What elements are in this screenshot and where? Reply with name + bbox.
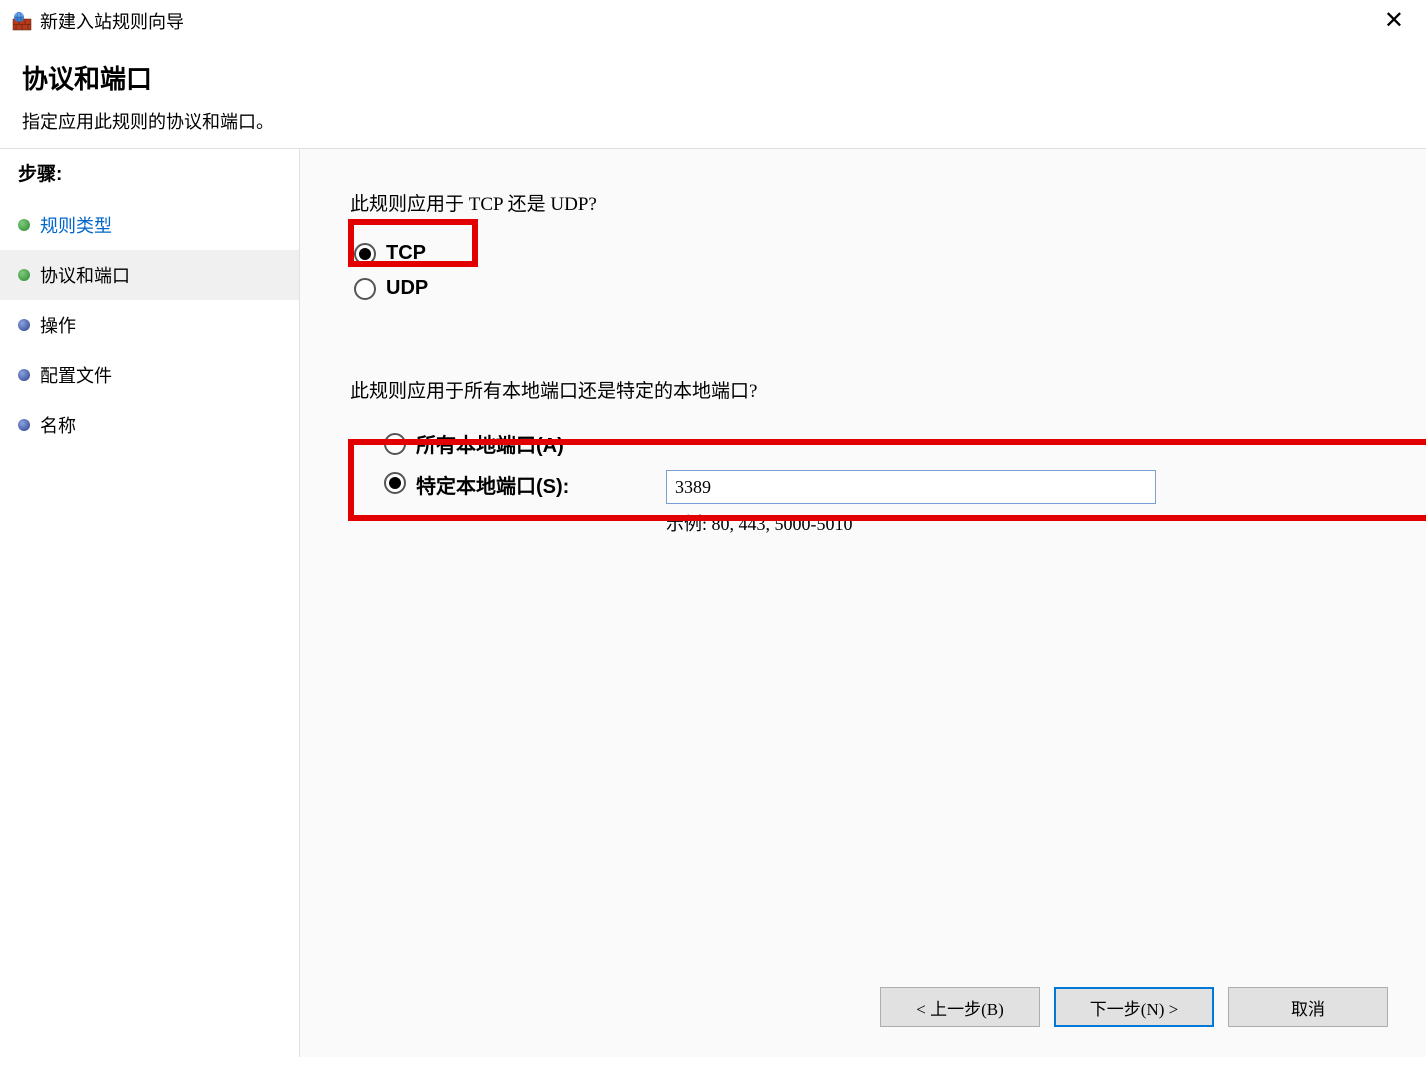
sidebar-item-rule-type[interactable]: 规则类型 [0,200,299,250]
port-options: 所有本地端口(A) 特定本地端口(S): 示例: 80, 443, 5000-5… [350,423,1376,542]
sidebar: 步骤: 规则类型 协议和端口 操作 配置文件 名称 [0,149,300,1057]
close-icon[interactable]: ✕ [1374,6,1414,35]
port-question: 此规则应用于所有本地端口还是特定的本地端口? [350,376,1376,403]
port-input-wrap: 示例: 80, 443, 5000-5010 [666,470,1156,536]
sidebar-item-name[interactable]: 名称 [0,400,299,450]
port-example-text: 示例: 80, 443, 5000-5010 [666,510,1156,536]
cancel-button[interactable]: 取消 [1228,987,1388,1027]
window-title: 新建入站规则向导 [40,8,184,34]
steps-heading: 步骤: [0,149,299,200]
titlebar-left: 新建入站规则向导 [12,8,184,34]
radio-icon[interactable] [354,243,376,265]
body: 步骤: 规则类型 协议和端口 操作 配置文件 名称 此规则应用于 TCP 还是 … [0,149,1426,1057]
footer-buttons: < 上一步(B) 下一步(N) > 取消 [880,987,1388,1027]
radio-udp[interactable]: UDP [354,271,1376,306]
bullet-icon [18,269,30,281]
radio-specific-ports-row: 特定本地端口(S): 示例: 80, 443, 5000-5010 [384,464,1376,542]
radio-label: 所有本地端口(A) [416,429,564,458]
wizard-header: 协议和端口 指定应用此规则的协议和端口。 [0,41,1426,149]
radio-icon[interactable] [354,278,376,300]
bullet-icon [18,319,30,331]
sidebar-item-label: 配置文件 [40,362,112,388]
radio-icon[interactable] [384,472,406,494]
specific-port-input[interactable] [666,470,1156,504]
protocol-question: 此规则应用于 TCP 还是 UDP? [350,189,1376,216]
radio-label: 特定本地端口(S): [416,470,656,499]
page-title: 协议和端口 [22,59,1404,96]
next-button[interactable]: 下一步(N) > [1054,987,1214,1027]
sidebar-item-protocol-port[interactable]: 协议和端口 [0,250,299,300]
radio-label: UDP [386,277,428,300]
sidebar-item-profile[interactable]: 配置文件 [0,350,299,400]
radio-label: TCP [386,242,426,265]
sidebar-item-label: 名称 [40,412,76,438]
firewall-icon [12,11,32,31]
sidebar-item-action[interactable]: 操作 [0,300,299,350]
page-subtitle: 指定应用此规则的协议和端口。 [22,108,1404,134]
back-button[interactable]: < 上一步(B) [880,987,1040,1027]
bullet-icon [18,419,30,431]
bullet-icon [18,219,30,231]
bullet-icon [18,369,30,381]
radio-icon[interactable] [384,433,406,455]
main-panel: 此规则应用于 TCP 还是 UDP? TCP UDP 此规则应用于所有本地端口还… [300,149,1426,1057]
sidebar-item-label: 规则类型 [40,212,112,238]
titlebar: 新建入站规则向导 ✕ [0,0,1426,41]
sidebar-item-label: 操作 [40,312,76,338]
radio-tcp[interactable]: TCP [354,236,1376,271]
radio-all-ports[interactable]: 所有本地端口(A) [384,423,1376,464]
sidebar-item-label: 协议和端口 [40,262,130,288]
port-section: 此规则应用于所有本地端口还是特定的本地端口? 所有本地端口(A) 特定本地端口(… [350,376,1376,542]
